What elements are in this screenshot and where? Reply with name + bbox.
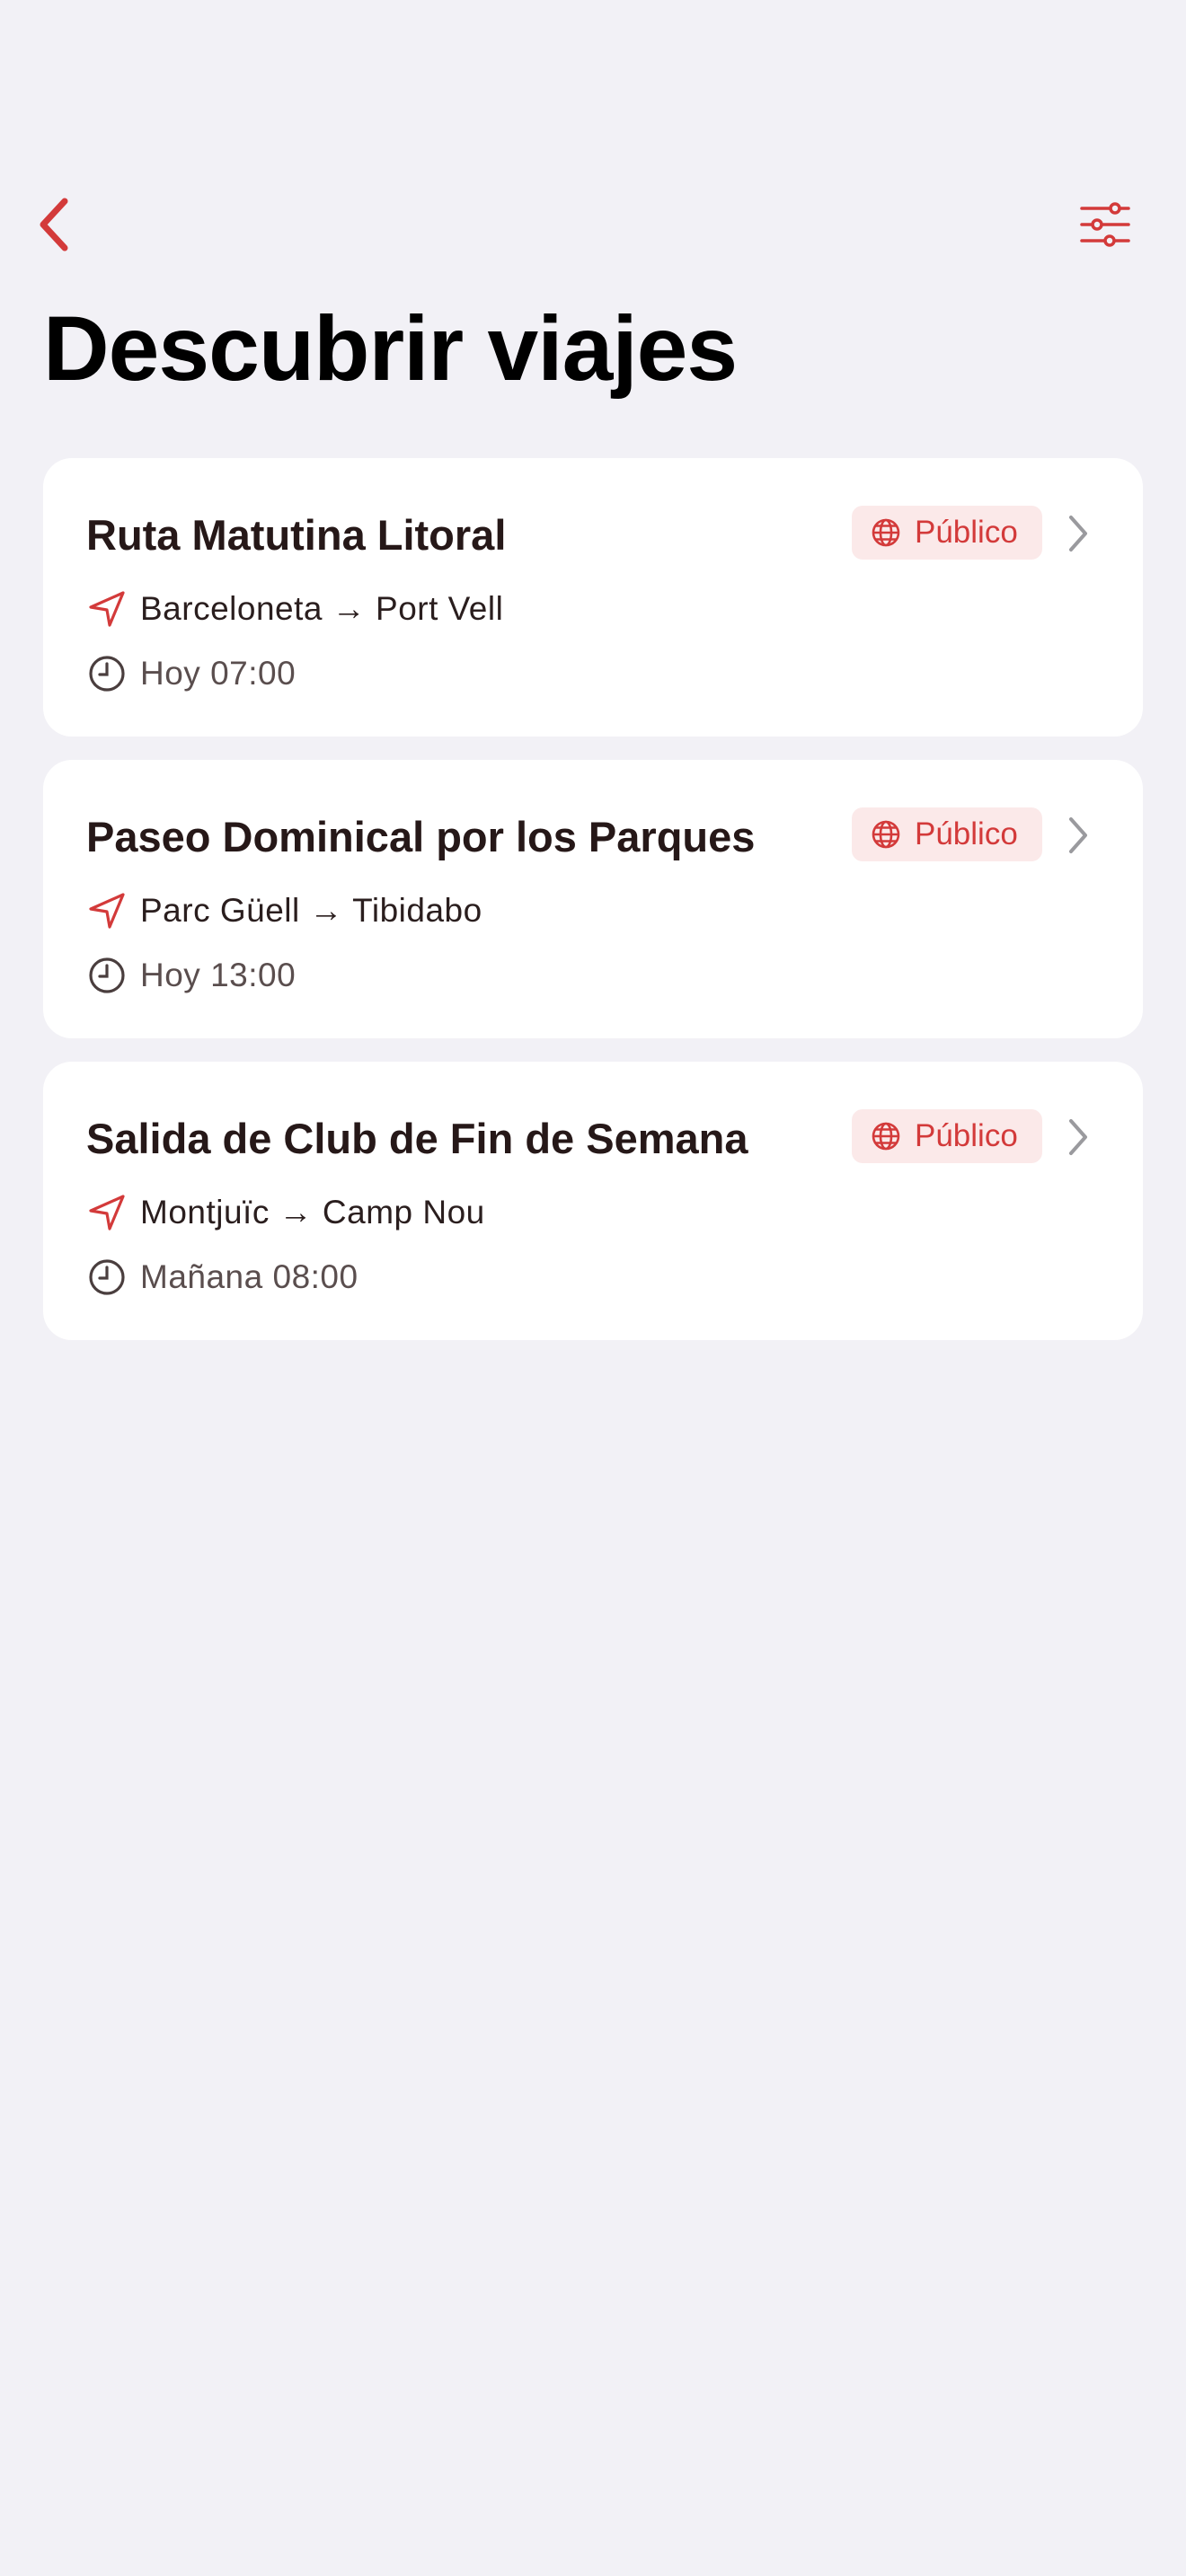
time-text: Hoy 13:00 [140,957,296,993]
page-title: Descubrir viajes [43,297,738,400]
badge-label: Público [915,816,1018,851]
trip-card[interactable]: Paseo Dominical por los Parques Público [43,760,1143,1038]
trip-card[interactable]: Salida de Club de Fin de Semana Público [43,1062,1143,1340]
trip-route: Parc Güell → Tibidabo [86,889,482,932]
filter-button[interactable] [1069,189,1141,260]
sliders-icon [1080,202,1130,247]
trip-title: Salida de Club de Fin de Semana [86,1115,748,1162]
globe-icon [870,818,902,851]
time-text: Mañana 08:00 [140,1258,358,1295]
trip-time: Hoy 07:00 [86,652,296,695]
visibility-badge: Público [852,506,1042,560]
clock-icon [86,955,128,996]
globe-icon [870,1120,902,1152]
route-text: Barceloneta → Port Vell [140,590,504,627]
route-text: Montjuïc → Camp Nou [140,1194,485,1231]
navigation-arrow-icon [86,588,128,630]
back-button[interactable] [27,189,81,260]
navigation-arrow-icon [86,890,128,931]
chevron-right-icon [1062,512,1094,555]
trip-card[interactable]: Ruta Matutina Litoral Público Barcelonet… [43,458,1143,737]
clock-icon [86,1257,128,1298]
trip-title: Paseo Dominical por los Parques [86,813,756,860]
chevron-right-icon [1062,814,1094,857]
trip-route: Montjuïc → Camp Nou [86,1191,485,1234]
visibility-badge: Público [852,807,1042,861]
trip-time: Mañana 08:00 [86,1256,358,1299]
badge-label: Público [915,1118,1018,1153]
navigation-arrow-icon [86,1192,128,1233]
clock-icon [86,653,128,694]
globe-icon [870,516,902,549]
badge-label: Público [915,515,1018,550]
trip-title: Ruta Matutina Litoral [86,511,507,559]
navigation-bar [0,189,1186,260]
chevron-right-icon [1062,1116,1094,1159]
chevron-left-icon [40,198,68,251]
time-text: Hoy 07:00 [140,655,296,692]
visibility-badge: Público [852,1109,1042,1163]
trip-time: Hoy 13:00 [86,954,296,997]
route-text: Parc Güell → Tibidabo [140,892,482,929]
trip-route: Barceloneta → Port Vell [86,587,503,631]
